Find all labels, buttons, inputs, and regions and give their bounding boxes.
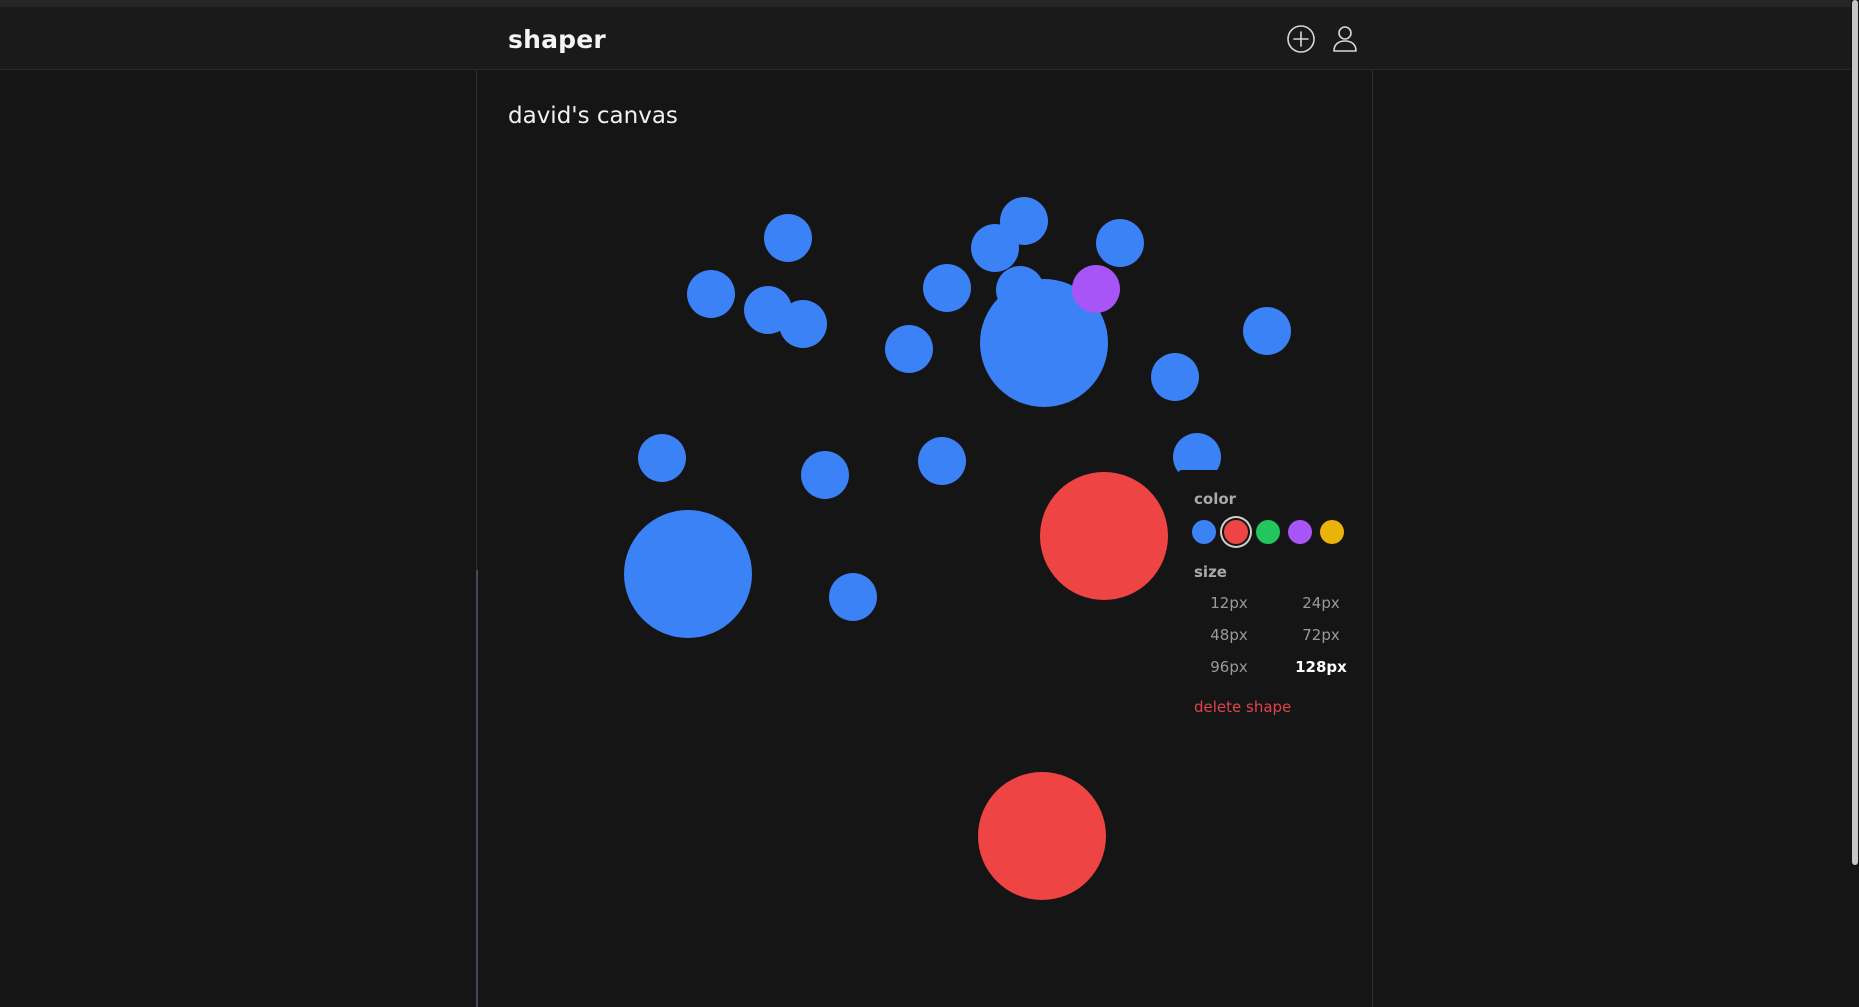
size-option-48px[interactable]: 48px <box>1183 626 1275 644</box>
canvas-shape-blue-circle[interactable] <box>624 510 752 638</box>
canvas-shape-purple-circle[interactable] <box>1072 265 1120 313</box>
canvas-shape-blue-circle[interactable] <box>918 437 966 485</box>
delete-shape-button[interactable]: delete shape <box>1194 698 1291 716</box>
user-profile-icon[interactable] <box>1329 23 1361 55</box>
color-swatch-purple[interactable] <box>1288 520 1312 544</box>
canvas-shape-blue-circle[interactable] <box>971 224 1019 272</box>
canvas-shape-blue-circle[interactable] <box>779 300 827 348</box>
canvas-shape-blue-circle[interactable] <box>687 270 735 318</box>
color-swatch-red[interactable] <box>1224 520 1248 544</box>
canvas-shape-red-circle[interactable] <box>978 772 1106 900</box>
scrollbar-thumb[interactable] <box>1852 0 1858 865</box>
canvas-edge-accent <box>476 570 478 1007</box>
size-option-72px[interactable]: 72px <box>1275 626 1367 644</box>
app-header: shaper <box>0 7 1859 70</box>
user-icon <box>1333 26 1357 52</box>
canvas-title: david's canvas <box>508 103 678 129</box>
canvas-shape-blue-circle[interactable] <box>1151 353 1199 401</box>
shape-editor-popover: color size 12px 24px 48px 72px 96px 128px del… <box>1178 470 1370 736</box>
canvas-shape-blue-circle[interactable] <box>885 325 933 373</box>
color-swatch-blue[interactable] <box>1192 520 1216 544</box>
canvas-shape-blue-circle[interactable] <box>638 434 686 482</box>
canvas-shape-blue-circle[interactable] <box>801 451 849 499</box>
canvas-shape-blue-circle[interactable] <box>923 264 971 312</box>
canvas-shape-blue-circle[interactable] <box>1243 307 1291 355</box>
add-shape-icon[interactable] <box>1285 23 1317 55</box>
canvas-shape-blue-circle[interactable] <box>764 214 812 262</box>
color-swatch-green[interactable] <box>1256 520 1280 544</box>
top-strip <box>0 0 1859 7</box>
canvas-shape-blue-circle[interactable] <box>829 573 877 621</box>
size-label: size <box>1194 563 1227 581</box>
size-option-24px[interactable]: 24px <box>1275 594 1367 612</box>
brand-logo[interactable]: shaper <box>508 25 606 54</box>
size-option-12px[interactable]: 12px <box>1183 594 1275 612</box>
color-label: color <box>1194 490 1237 508</box>
size-option-96px[interactable]: 96px <box>1183 658 1275 676</box>
color-swatch-yellow[interactable] <box>1320 520 1344 544</box>
size-option-128px[interactable]: 128px <box>1275 658 1367 676</box>
canvas-shape-red-circle[interactable] <box>1040 472 1168 600</box>
plus-circle-icon <box>1287 25 1315 53</box>
canvas-shape-blue-circle[interactable] <box>1096 219 1144 267</box>
